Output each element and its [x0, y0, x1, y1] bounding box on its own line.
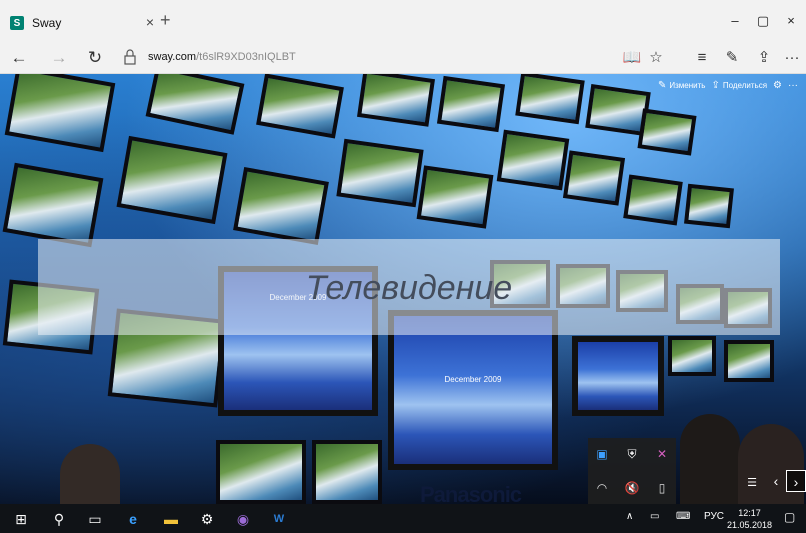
battery-tray-icon[interactable]: ▭	[650, 511, 659, 522]
tv-screen	[515, 74, 585, 125]
sway-more-button[interactable]: ···	[788, 80, 798, 91]
clock[interactable]: 12:17 21.05.2018	[727, 507, 772, 531]
web-notes-icon[interactable]: ✎	[720, 46, 744, 70]
tv-screen	[116, 135, 228, 225]
tv-screen	[145, 74, 245, 135]
pencil-icon: ✎	[657, 80, 667, 91]
task-view-icon[interactable]: ▭	[84, 508, 106, 530]
minimize-button[interactable]: –	[720, 10, 750, 32]
lock-icon	[124, 49, 136, 65]
shield-icon[interactable]: ⛨	[622, 444, 642, 464]
navigation-icon[interactable]: ☰	[742, 472, 762, 494]
tv-screen	[312, 440, 382, 504]
tv-screen	[684, 183, 734, 229]
sway-title: Телевидение	[305, 269, 513, 307]
tv-screen	[4, 74, 116, 153]
share-sway-button[interactable]: ⇪ Поделиться	[711, 80, 767, 91]
clock-time: 12:17	[738, 508, 761, 518]
person-silhouette	[680, 414, 740, 504]
quick-actions-panel: ▣ ⛨ ✕ ◠ 🔇 ▯	[588, 438, 676, 504]
start-windows-icon[interactable]: ⊞	[10, 508, 32, 530]
tv-screen	[2, 162, 104, 248]
gear-icon: ⚙	[773, 80, 782, 91]
tv-screen	[562, 150, 626, 206]
prev-button[interactable]: ‹	[766, 470, 786, 492]
url-domain: sway.com	[148, 51, 197, 63]
edit-button[interactable]: ✎ Изменить	[658, 80, 705, 91]
reading-view-icon[interactable]: 📖	[620, 46, 644, 70]
close-window-button[interactable]: ×	[776, 10, 806, 32]
tv-screen	[357, 74, 435, 127]
edge-icon[interactable]: e	[122, 508, 144, 530]
tv-screen	[336, 138, 424, 208]
wifi-icon[interactable]: ◠	[592, 478, 612, 498]
tv-screen	[724, 340, 774, 382]
search-icon[interactable]: ⚲	[48, 508, 70, 530]
tab-sway[interactable]: S Sway ×	[4, 8, 156, 38]
edit-label: Изменить	[669, 81, 706, 90]
language-indicator[interactable]: РУС	[704, 511, 724, 522]
mute-icon[interactable]: 🔇	[622, 478, 642, 498]
sway-page: December 2009 December 2009 Panasonic ✎ …	[0, 74, 806, 504]
favorite-star-icon[interactable]: ☆	[644, 46, 668, 70]
taskbar: ⊞ ⚲ ▭ e ▬ ⚙ ◉ W ∧ ▭ ⌨ РУС 12:17 21.05.20…	[0, 504, 806, 533]
refresh-button[interactable]: ↻	[82, 46, 108, 70]
more-menu-icon[interactable]: ···	[780, 46, 804, 70]
new-tab-button[interactable]: +	[160, 11, 171, 29]
browser-title-bar: S Sway × + – ▢ ×	[0, 0, 806, 42]
share-label: Поделиться	[722, 81, 768, 90]
back-button[interactable]: ←	[6, 46, 32, 70]
battery-icon[interactable]: ▯	[652, 478, 672, 498]
settings-button[interactable]: ⚙	[773, 80, 782, 91]
share-icon[interactable]: ⇪	[752, 46, 776, 70]
forward-button[interactable]: →	[46, 46, 72, 70]
tv-screen	[623, 174, 683, 226]
tv-screen	[216, 440, 306, 504]
clock-date: 21.05.2018	[726, 520, 772, 530]
more-icon: ···	[788, 80, 798, 91]
file-explorer-icon[interactable]: ▬	[160, 508, 182, 530]
notifications-icon[interactable]: ▢	[784, 510, 795, 524]
share-icon: ⇪	[711, 80, 720, 91]
url-field[interactable]: sway.com/t6slR9XD03nIQLBT	[148, 51, 296, 63]
viber-icon[interactable]: ◉	[232, 508, 254, 530]
maximize-button[interactable]: ▢	[748, 10, 778, 32]
onenote-icon[interactable]: ✕	[652, 444, 672, 464]
tv-screen	[233, 167, 329, 245]
word-icon[interactable]: W	[268, 508, 290, 530]
tv-screen	[637, 108, 697, 156]
settings-gear-icon[interactable]: ⚙	[196, 508, 218, 530]
tv-screen-large	[572, 336, 664, 416]
address-bar-row: ← → ↻ sway.com/t6slR9XD03nIQLBT 📖 ☆ ≡ ✎ …	[0, 42, 806, 74]
next-button[interactable]: ›	[786, 470, 806, 492]
panasonic-sign: Panasonic	[420, 482, 522, 504]
tab-close-icon[interactable]: ×	[146, 14, 154, 30]
tv-screen	[496, 129, 570, 191]
sway-favicon-icon: S	[10, 16, 24, 30]
tv-screen	[416, 165, 494, 229]
hub-icon[interactable]: ≡	[690, 46, 714, 70]
title-card: Телевидение	[38, 239, 780, 335]
person-silhouette	[60, 444, 120, 504]
tab-title: Sway	[32, 16, 62, 30]
tv-screen	[668, 336, 716, 376]
sway-actions: ✎ Изменить ⇪ Поделиться ⚙ ···	[658, 80, 798, 91]
screen-caption: December 2009	[444, 375, 502, 385]
tray-chevron-up-icon[interactable]: ∧	[626, 511, 633, 522]
url-path: /t6slR9XD03nIQLBT	[196, 51, 296, 63]
screen-icon[interactable]: ▣	[592, 444, 612, 464]
keyboard-icon[interactable]: ⌨	[676, 511, 690, 522]
tv-screen	[436, 75, 506, 133]
tv-screen	[256, 74, 344, 139]
